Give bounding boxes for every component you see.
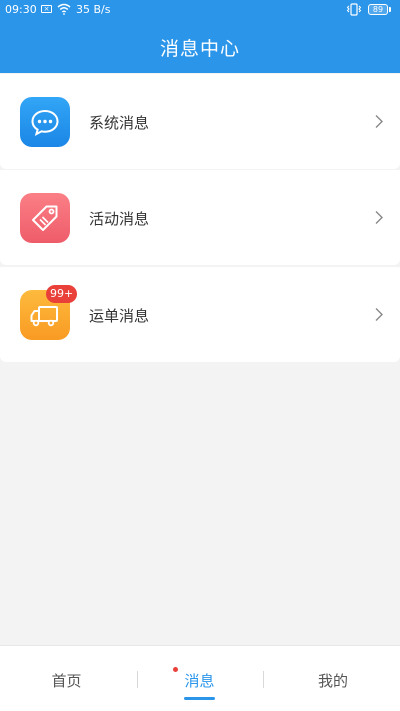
message-row-waybill[interactable]: 运单消息 xyxy=(0,267,400,362)
unread-count-badge: 99+ xyxy=(46,285,78,303)
wifi-icon xyxy=(57,3,71,15)
message-row-activity[interactable]: 活动消息 xyxy=(0,170,400,265)
chevron-right-icon xyxy=(375,115,383,128)
truck-icon xyxy=(30,306,58,327)
vibrate-icon xyxy=(346,3,362,16)
sim-icon: × xyxy=(41,5,52,13)
network-speed: 35 B/s xyxy=(76,3,111,16)
tab-label: 消息 xyxy=(184,672,215,690)
tab-label: 首页 xyxy=(51,672,82,690)
page-title: 消息中心 xyxy=(159,38,240,60)
message-row-label: 活动消息 xyxy=(89,210,150,228)
app-screen: 09:30 × 35 B/s 89 消息中心 系统消息 活动消息 运单消息 99… xyxy=(0,0,400,711)
tab-messages[interactable]: 消息 xyxy=(133,646,266,711)
bottom-nav: 首页 消息 我的 xyxy=(0,645,400,711)
message-row-label: 系统消息 xyxy=(89,114,150,132)
status-time: 09:30 xyxy=(5,3,37,16)
message-row-label: 运单消息 xyxy=(89,307,150,325)
chevron-right-icon xyxy=(375,211,383,224)
active-tab-indicator xyxy=(184,697,215,700)
title-bar: 消息中心 xyxy=(0,20,400,73)
tab-profile[interactable]: 我的 xyxy=(266,646,400,711)
chat-bubble-icon xyxy=(31,109,59,136)
status-bar: 09:30 × 35 B/s 89 xyxy=(0,0,400,20)
battery-tip xyxy=(389,7,391,12)
activity-message-icon-box xyxy=(20,193,70,243)
system-message-icon-box xyxy=(20,97,70,147)
tab-label: 我的 xyxy=(317,672,348,690)
tag-icon xyxy=(32,205,58,231)
battery-icon: 89 xyxy=(368,4,388,15)
chevron-right-icon xyxy=(375,308,383,321)
tab-home[interactable]: 首页 xyxy=(0,646,133,711)
nav-divider xyxy=(263,671,264,688)
message-row-system[interactable]: 系统消息 xyxy=(0,74,400,169)
